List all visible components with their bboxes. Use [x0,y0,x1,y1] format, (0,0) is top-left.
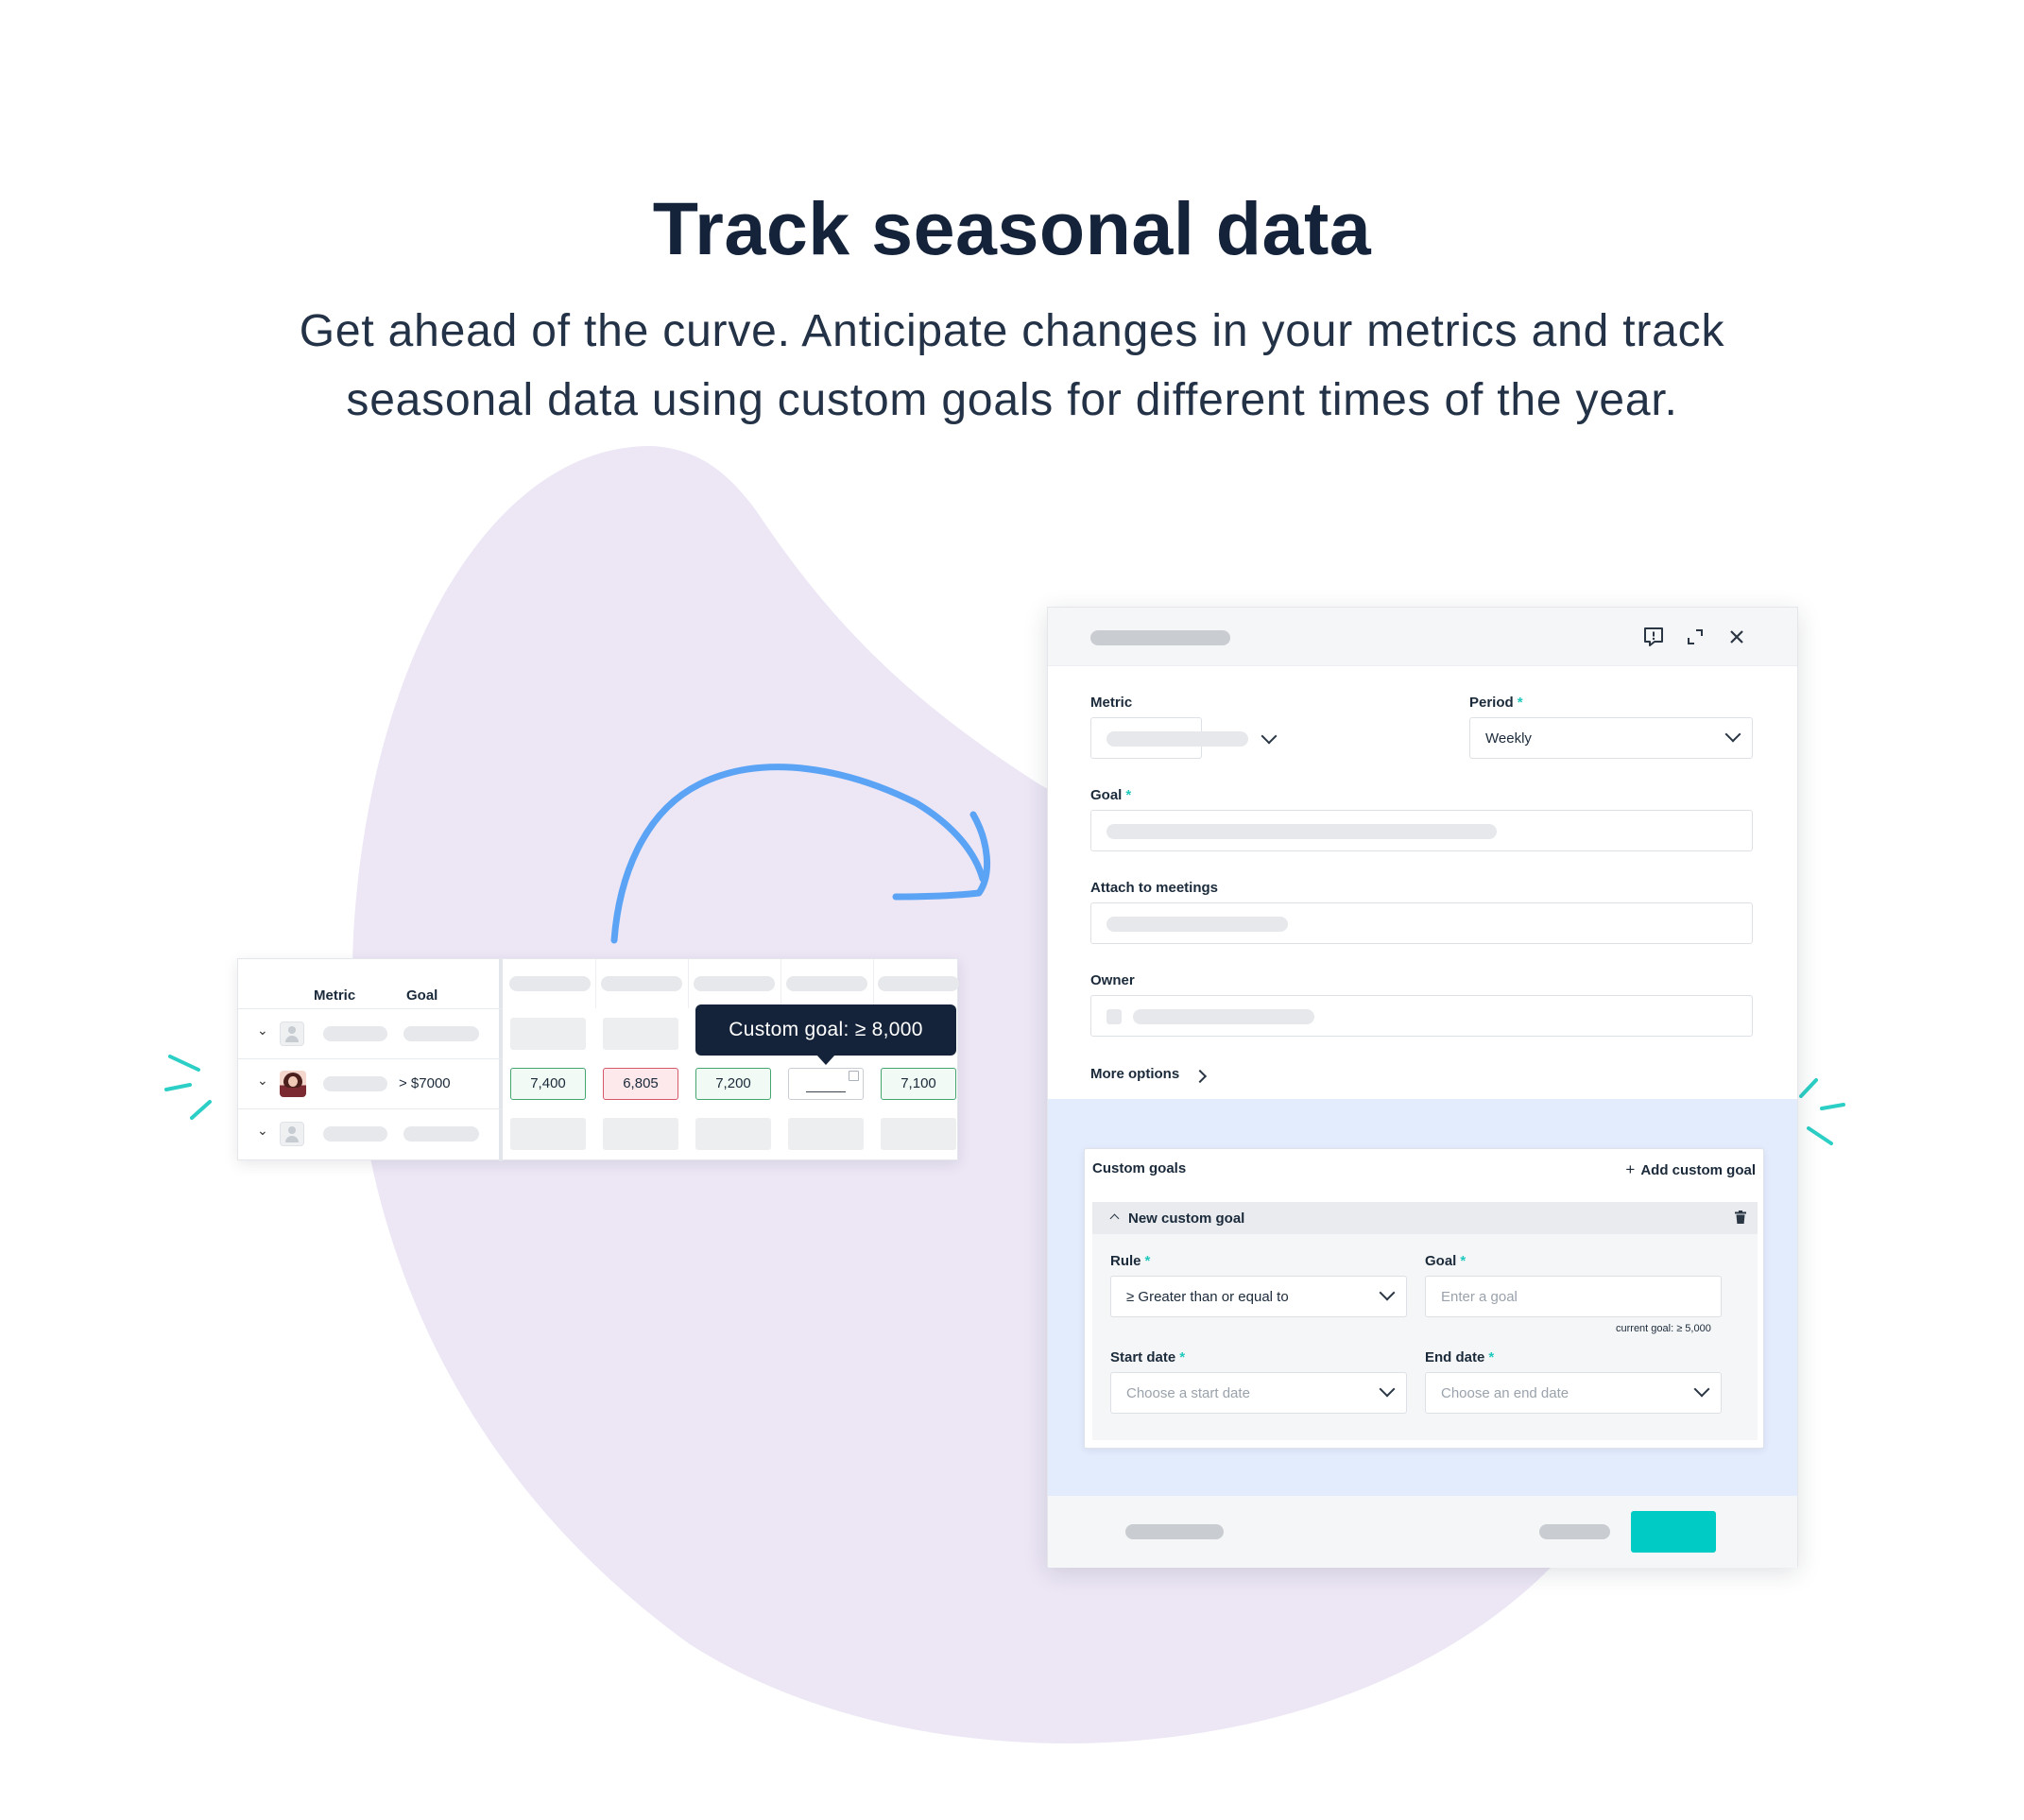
sparkle-left-icon [164,1055,212,1120]
goal-value: > $7000 [399,1075,451,1091]
avatar [280,1071,306,1097]
metric-modal: Metric Period * Weekly Goal * Attach to me… [1047,607,1798,1568]
add-custom-goal-button[interactable]: + Add custom goal [1625,1160,1756,1179]
chevron-down-icon [1724,726,1741,743]
chevron-down-icon[interactable] [1261,728,1278,745]
table-row[interactable]: ⌄ [238,1109,503,1159]
custom-goal-tooltip: Custom goal: ≥ 8,000 [695,1004,956,1065]
chevron-up-icon[interactable] [1109,1213,1120,1224]
close-icon[interactable] [1724,625,1749,649]
end-date-select[interactable]: Choose an end date [1425,1372,1722,1414]
start-date-select[interactable]: Choose a start date [1110,1372,1407,1414]
start-date-label: Start date * [1110,1349,1186,1365]
chevron-right-icon[interactable] [1192,1069,1208,1084]
period-label: Period * [1469,695,1523,711]
page-subtitle: Get ahead of the curve. Anticipate chang… [299,306,1725,425]
table-row[interactable]: ⌄ > $7000 [238,1059,503,1108]
owner-label: Owner [1090,972,1135,988]
custom-goals-card: Custom goals + Add custom goal New custom… [1084,1148,1764,1449]
table-row[interactable]: ⌄ [238,1009,503,1058]
chevron-down-icon [1379,1284,1396,1301]
metric-label: Metric [1090,695,1133,711]
custom-goal-label: Goal * [1425,1253,1467,1269]
scorecard-cell[interactable]: 7,400 [510,1068,586,1100]
page-title: Track seasonal data [652,186,1372,270]
metric-select[interactable] [1090,717,1248,759]
expand-icon[interactable] [1683,625,1707,649]
custom-goal-input[interactable]: Enter a goal [1425,1276,1722,1317]
scorecard-cell[interactable]: 7,100 [881,1068,956,1100]
sparkle-right-icon [1799,1078,1845,1145]
save-button[interactable] [1631,1511,1716,1553]
chevron-down-icon [1693,1381,1710,1398]
custom-goals-title: Custom goals [1092,1160,1187,1176]
chevron-down-icon [1379,1381,1396,1398]
current-goal-hint: current goal: ≥ 5,000 [1616,1323,1711,1334]
period-select[interactable]: Weekly [1469,717,1753,759]
modal-title-placeholder [1090,630,1230,645]
trash-icon[interactable] [1735,1210,1746,1224]
scorecard-cell[interactable]: 7,200 [695,1068,771,1100]
chevron-down-icon[interactable]: ⌄ [257,1022,268,1039]
scorecard-table: Metric Goal ⌄ ⌄ > $7000 ⌄ 7,400 6,805 7,… [237,958,959,1161]
cancel-button[interactable] [1539,1524,1610,1539]
goal-label: Goal * [1090,787,1132,803]
modal-footer [1048,1496,1797,1568]
more-options-link[interactable]: More options [1090,1066,1179,1082]
rule-select[interactable]: ≥ Greater than or equal to [1110,1276,1407,1317]
feedback-icon[interactable] [1641,625,1666,649]
scorecard-cell[interactable]: 6,805 [603,1068,678,1100]
scorecard-cell-editing[interactable] [788,1068,864,1100]
chevron-down-icon[interactable]: ⌄ [257,1123,268,1139]
rule-label: Rule * [1110,1253,1151,1269]
new-custom-goal-header[interactable]: New custom goal [1092,1202,1758,1234]
goal-input[interactable] [1090,810,1753,851]
attach-meetings-select[interactable] [1090,902,1753,944]
scorecard-left-panel: Metric Goal ⌄ ⌄ > $7000 ⌄ [238,959,503,1161]
secondary-action-placeholder[interactable] [1125,1524,1224,1539]
metric-column-header: Metric [314,987,356,1004]
avatar-placeholder-icon [280,1122,304,1146]
new-custom-goal-panel: New custom goal Rule * ≥ Greater than or … [1092,1202,1758,1440]
attach-meetings-label: Attach to meetings [1090,880,1219,896]
goal-column-header: Goal [406,987,438,1004]
chevron-down-icon[interactable]: ⌄ [257,1073,268,1089]
end-date-label: End date * [1425,1349,1495,1365]
plus-icon: + [1625,1160,1636,1178]
modal-header [1048,608,1797,666]
owner-select[interactable] [1090,995,1753,1037]
avatar-placeholder-icon [280,1022,304,1046]
